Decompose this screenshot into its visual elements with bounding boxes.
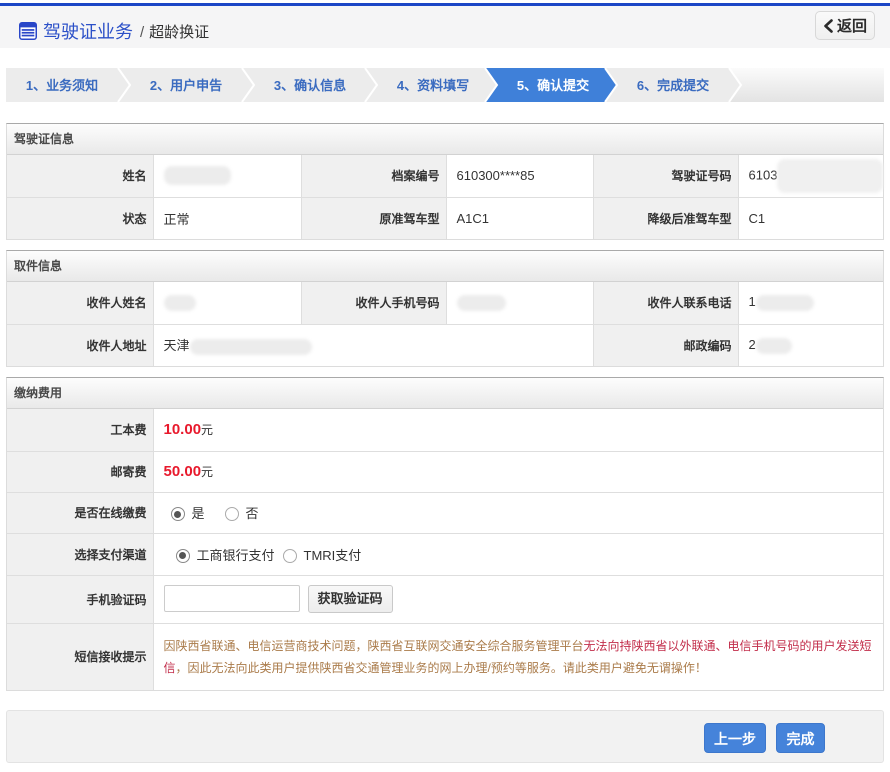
svg-text:1、业务须知: 1、业务须知: [26, 78, 98, 93]
svg-text:3、确认信息: 3、确认信息: [274, 78, 346, 93]
svg-text:5、确认提交: 5、确认提交: [517, 78, 589, 93]
svg-text:4、资料填写: 4、资料填写: [397, 78, 469, 93]
svg-text:2、用户申告: 2、用户申告: [150, 78, 222, 93]
svg-text:6、完成提交: 6、完成提交: [637, 78, 709, 93]
